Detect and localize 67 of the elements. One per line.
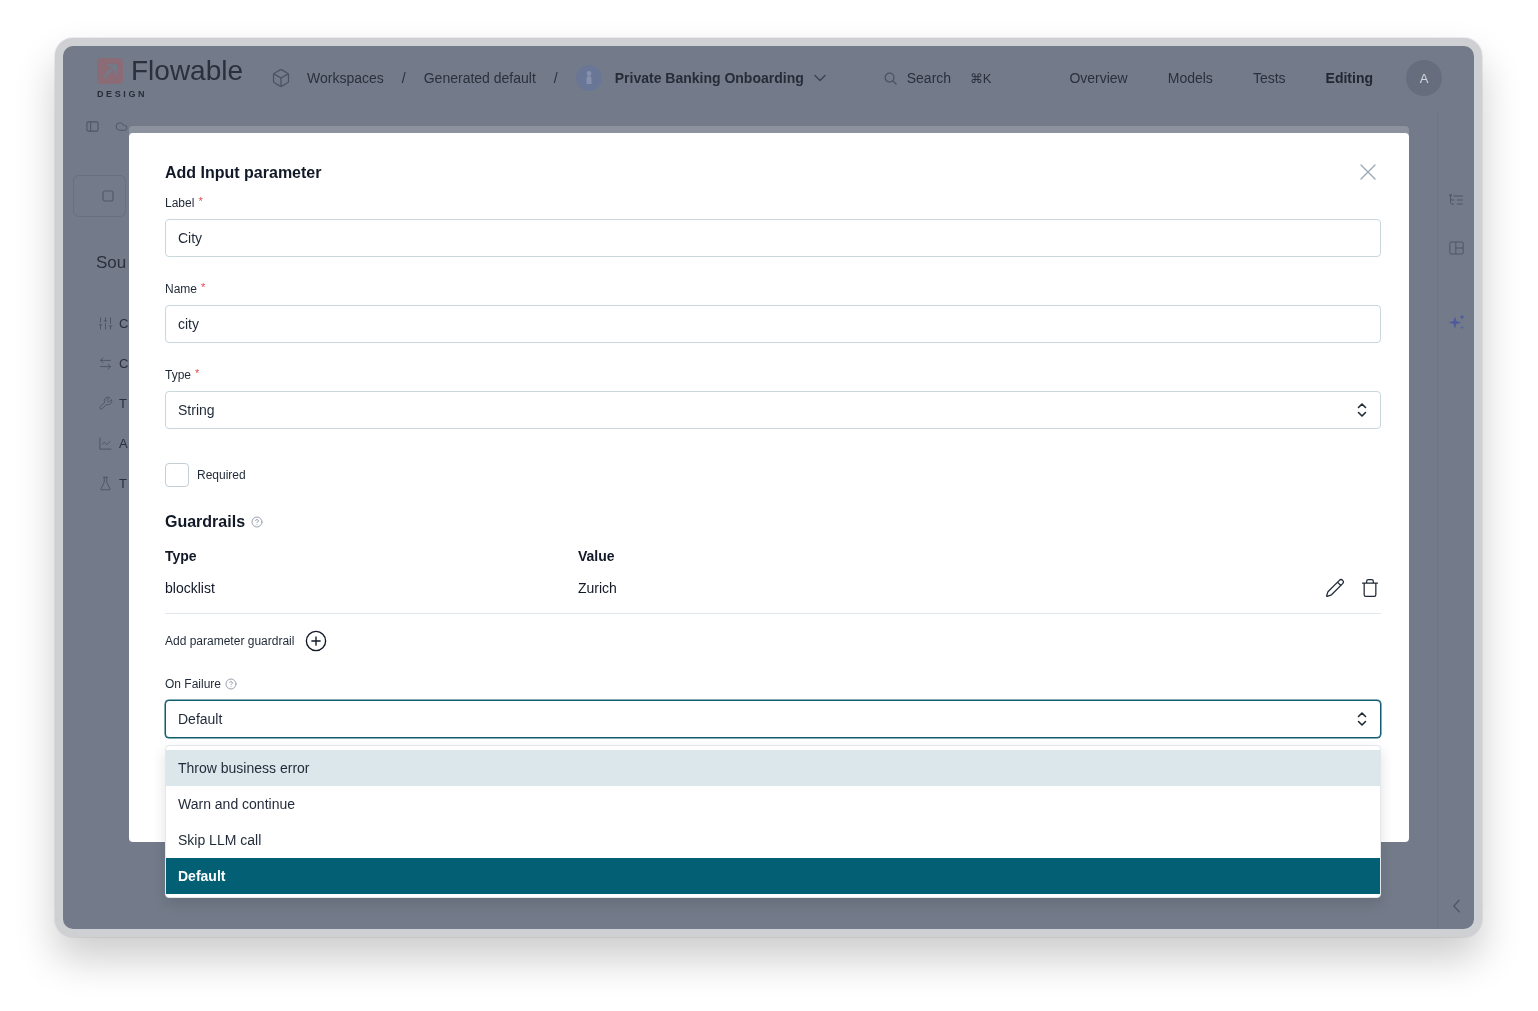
text-input[interactable]: City xyxy=(165,219,1381,257)
chevron-left-icon[interactable] xyxy=(1451,899,1461,913)
dialog-title: Add Input parameter xyxy=(165,163,322,183)
help-icon[interactable] xyxy=(225,678,238,690)
panel-item-label[interactable]: T xyxy=(119,475,127,491)
field-label: On Failure xyxy=(165,676,222,692)
square-icon xyxy=(102,190,114,202)
breadcrumb-separator: / xyxy=(401,70,406,86)
breadcrumb-link[interactable]: Generated default xyxy=(423,70,536,86)
dropdown-option[interactable]: Throw business error xyxy=(166,750,1380,786)
required-mark: * xyxy=(195,367,200,379)
arrows-icon[interactable] xyxy=(98,355,113,371)
select-field[interactable]: Default xyxy=(165,700,1381,738)
trash-icon[interactable] xyxy=(1360,578,1380,598)
user-avatar[interactable]: A xyxy=(1406,60,1442,96)
panel-icon[interactable] xyxy=(86,120,99,133)
add-guardrail-button[interactable]: Add parameter guardrail xyxy=(165,630,328,652)
panel-item-label[interactable]: T xyxy=(119,395,127,411)
field-label: Label xyxy=(165,195,195,211)
sliders-icon[interactable] xyxy=(98,315,113,331)
nav-tab[interactable]: Models xyxy=(1167,70,1213,86)
panel-item-label[interactable]: C xyxy=(119,355,129,371)
required-mark: * xyxy=(198,195,203,207)
dropdown-option[interactable]: Default xyxy=(166,858,1380,894)
dropdown-option[interactable]: Warn and continue xyxy=(166,786,1380,822)
layout-icon[interactable] xyxy=(1447,240,1465,256)
logo-wordmark: Flowable xyxy=(131,56,244,86)
column-header: Type xyxy=(165,547,198,566)
pencil-icon[interactable] xyxy=(1325,578,1345,598)
nav-tab[interactable]: Overview xyxy=(1069,70,1128,86)
flask-icon[interactable] xyxy=(98,475,113,491)
panel-heading: Sou xyxy=(96,252,128,274)
chevron-down-icon[interactable] xyxy=(813,74,826,82)
plus-circle-icon xyxy=(305,630,328,652)
chevrons-icon xyxy=(1357,402,1367,418)
wrench-icon[interactable] xyxy=(98,395,113,411)
nav-tab[interactable]: Editing xyxy=(1325,70,1373,86)
chevrons-icon xyxy=(1357,711,1367,727)
breadcrumb-separator: / xyxy=(553,70,558,86)
breadcrumb-link[interactable]: Workspaces xyxy=(307,70,384,86)
table-cell-text: blocklist xyxy=(165,580,216,596)
field-label: Type xyxy=(165,367,191,383)
dropdown-option[interactable]: Skip LLM call xyxy=(166,822,1380,858)
list-tree-icon[interactable] xyxy=(1447,192,1465,208)
table-cell: Zurich xyxy=(578,580,617,596)
help-icon[interactable] xyxy=(251,516,264,528)
select-field[interactable]: String xyxy=(165,391,1381,429)
section-title: Guardrails xyxy=(165,512,246,532)
cloud-icon[interactable] xyxy=(115,120,128,133)
checkbox-label: Required xyxy=(197,468,246,482)
panel-item-label[interactable]: C xyxy=(119,315,129,331)
panel-item-label[interactable]: A xyxy=(119,435,128,451)
search-icon xyxy=(883,71,897,85)
close-icon[interactable] xyxy=(1360,164,1376,180)
cube-icon xyxy=(271,68,292,88)
person-circle-icon xyxy=(575,65,602,91)
column-header: Value xyxy=(578,547,615,566)
checkbox[interactable] xyxy=(165,463,189,487)
shortcut-hint: ⌘K xyxy=(969,70,992,86)
search-field[interactable]: Search xyxy=(906,70,957,86)
logo-subtitle: DESIGN xyxy=(97,88,149,100)
field-label: Name xyxy=(165,281,197,297)
nav-tab[interactable]: Tests xyxy=(1252,70,1286,86)
breadcrumb-link[interactable]: Private Banking Onboarding xyxy=(614,70,804,86)
line-chart-icon[interactable] xyxy=(98,435,113,451)
text-input[interactable]: city xyxy=(165,305,1381,343)
required-mark: * xyxy=(201,281,206,293)
